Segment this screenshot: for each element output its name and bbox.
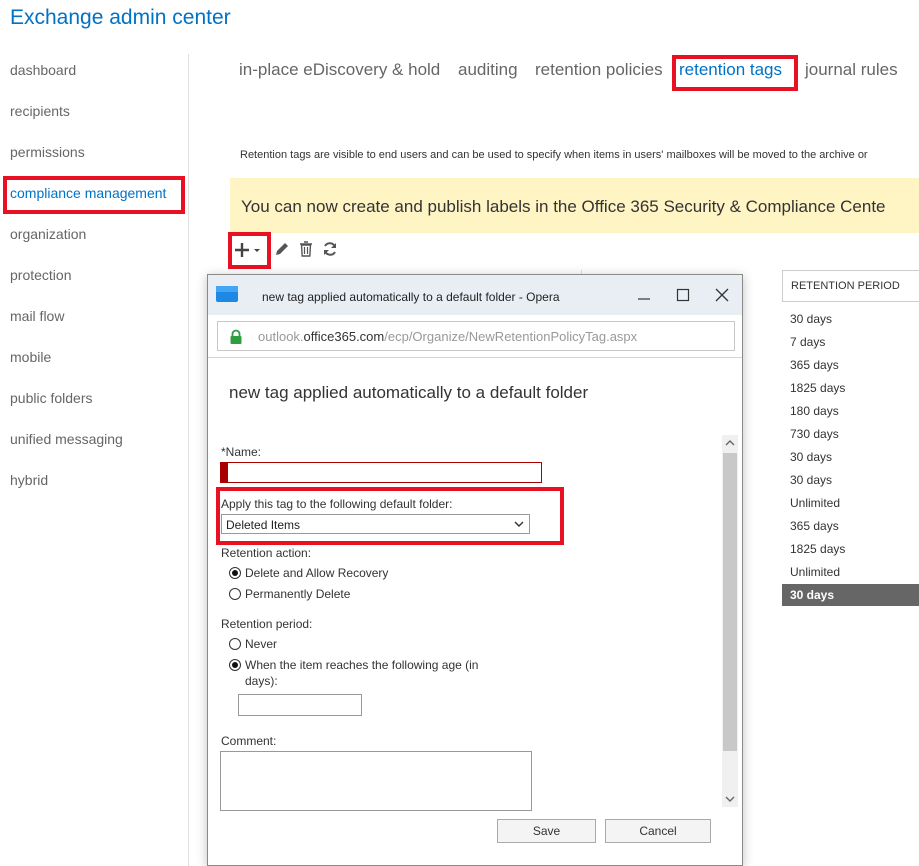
table-cell-retention-period[interactable]: 730 days	[782, 423, 919, 445]
sidebar-item-dashboard[interactable]: dashboard	[10, 62, 76, 78]
form-title: new tag applied automatically to a defau…	[229, 383, 589, 402]
table-cell-retention-period[interactable]: 365 days	[782, 515, 919, 537]
delete-allow-recovery-radio[interactable]	[229, 567, 241, 579]
period-age-label-line2: days):	[245, 674, 278, 688]
table-cell-retention-period[interactable]: 365 days	[782, 354, 919, 376]
pencil-icon[interactable]	[273, 240, 293, 260]
scroll-down-icon[interactable]	[723, 792, 737, 806]
minimize-icon[interactable]	[629, 283, 659, 307]
highlight-box-compliance-management	[3, 176, 185, 214]
trash-icon[interactable]	[297, 240, 317, 260]
column-header-retention-period[interactable]: RETENTION PERIOD	[782, 270, 919, 302]
refresh-icon[interactable]	[321, 240, 341, 260]
table-cell-retention-period-selected[interactable]: 30 days	[782, 584, 919, 606]
period-never-radio[interactable]	[229, 638, 241, 650]
table-cell-retention-period[interactable]: 180 days	[782, 400, 919, 422]
dialog-window-title: new tag applied automatically to a defau…	[262, 290, 560, 304]
app-title: Exchange admin center	[10, 6, 231, 29]
url-scheme: outlook.	[258, 329, 304, 344]
tab-retention-policies[interactable]: retention policies	[535, 60, 663, 80]
permanently-delete-radio[interactable]	[229, 588, 241, 600]
age-days-input[interactable]	[238, 694, 362, 716]
delete-allow-recovery-label: Delete and Allow Recovery	[245, 566, 389, 580]
retention-period-label: Retention period:	[221, 617, 313, 631]
sidebar-item-mail-flow[interactable]: mail flow	[10, 308, 64, 324]
sidebar-item-recipients[interactable]: recipients	[10, 103, 70, 119]
sidebar-item-protection[interactable]: protection	[10, 267, 71, 283]
scrollbar-thumb[interactable]	[723, 453, 737, 751]
lock-icon	[230, 329, 242, 344]
table-cell-retention-period[interactable]: 1825 days	[782, 538, 919, 560]
table-cell-retention-period[interactable]: 30 days	[782, 469, 919, 491]
table-cell-retention-period[interactable]: Unlimited	[782, 561, 919, 583]
sidebar-item-mobile[interactable]: mobile	[10, 349, 51, 365]
tab-in-place-ediscovery[interactable]: in-place eDiscovery & hold	[239, 60, 440, 80]
save-button[interactable]: Save	[497, 819, 596, 843]
tab-auditing[interactable]: auditing	[458, 60, 518, 80]
permanently-delete-label: Permanently Delete	[245, 587, 351, 601]
new-tag-dialog: new tag applied automatically to a defau…	[207, 274, 743, 866]
period-age-radio[interactable]	[229, 659, 241, 671]
name-label: *Name:	[221, 445, 262, 459]
url-text: outlook.office365.com/ecp/Organize/NewRe…	[258, 329, 637, 344]
sidebar-item-public-folders[interactable]: public folders	[10, 390, 93, 406]
url-host: office365.com	[303, 329, 385, 344]
info-banner: You can now create and publish labels in…	[230, 178, 919, 233]
banner-text: You can now create and publish labels in…	[241, 197, 886, 216]
dialog-divider	[208, 357, 742, 358]
column-header-label: RETENTION PERIOD	[791, 280, 900, 292]
table-cell-retention-period[interactable]: 7 days	[782, 331, 919, 353]
sidebar-item-organization[interactable]: organization	[10, 226, 86, 242]
highlight-box-default-folder	[216, 487, 564, 545]
sidebar-item-hybrid[interactable]: hybrid	[10, 472, 48, 488]
retention-action-label: Retention action:	[221, 546, 312, 560]
highlight-box-add	[228, 232, 271, 269]
url-path: /ecp/Organize/NewRetentionPolicyTag.aspx	[384, 329, 638, 344]
period-age-label-line1: When the item reaches the following age …	[245, 658, 479, 672]
highlight-box-retention-tags	[672, 55, 798, 91]
maximize-icon[interactable]	[668, 283, 698, 307]
comment-label: Comment:	[221, 734, 277, 748]
address-bar[interactable]: outlook.office365.com/ecp/Organize/NewRe…	[217, 321, 735, 351]
sidebar-item-unified-messaging[interactable]: unified messaging	[10, 431, 123, 447]
tab-journal-rules[interactable]: journal rules	[805, 60, 898, 80]
page-description: Retention tags are visible to end users …	[240, 149, 868, 161]
dialog-titlebar[interactable]: new tag applied automatically to a defau…	[208, 275, 742, 315]
sidebar-item-permissions[interactable]: permissions	[10, 144, 85, 160]
close-icon[interactable]	[707, 283, 737, 307]
period-never-label: Never	[245, 637, 278, 651]
comment-textarea[interactable]	[220, 751, 532, 811]
scroll-up-icon[interactable]	[723, 436, 737, 450]
table-cell-retention-period[interactable]: Unlimited	[782, 492, 919, 514]
table-cell-retention-period[interactable]: 30 days	[782, 446, 919, 468]
opera-icon	[216, 286, 238, 302]
cancel-button[interactable]: Cancel	[605, 819, 711, 843]
table-cell-retention-period[interactable]: 30 days	[782, 308, 919, 330]
name-input[interactable]	[220, 462, 542, 483]
table-cell-retention-period[interactable]: 1825 days	[782, 377, 919, 399]
